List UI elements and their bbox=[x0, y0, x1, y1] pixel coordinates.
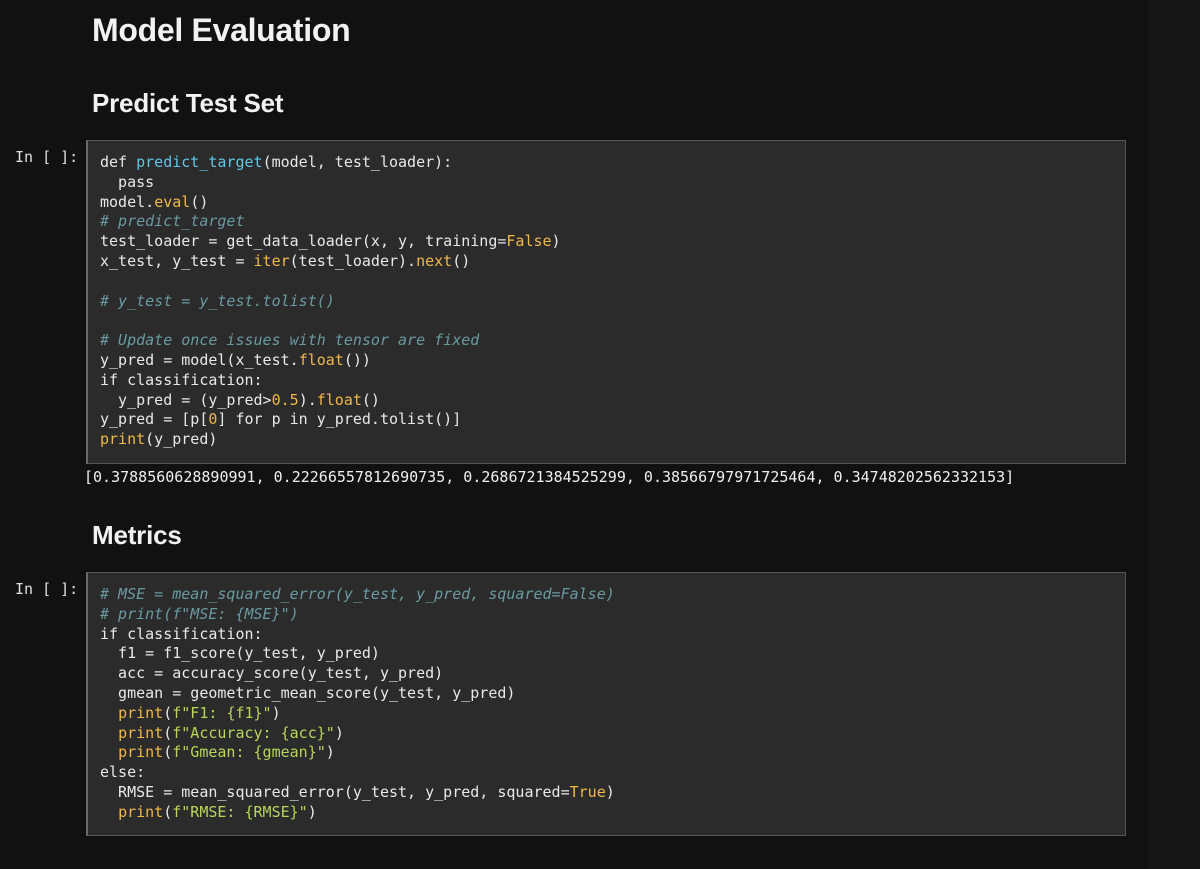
code-line: if classification: bbox=[100, 371, 1125, 391]
code-token: y_pred = [p[ bbox=[100, 410, 209, 429]
code-token: pass bbox=[100, 172, 155, 191]
code-line: RMSE = mean_squared_error(y_test, y_pred… bbox=[100, 783, 1125, 803]
code-line: else: bbox=[100, 763, 1125, 783]
code-token: # predict_target bbox=[100, 212, 245, 231]
code-token: print bbox=[118, 802, 164, 821]
code-line: # predict_target bbox=[100, 212, 1125, 232]
code-editor-metrics[interactable]: # MSE = mean_squared_error(y_test, y_pre… bbox=[88, 573, 1125, 823]
code-line: acc = accuracy_score(y_test, y_pred) bbox=[100, 664, 1125, 684]
code-token: True bbox=[569, 782, 606, 801]
code-token: # y_test = y_test.tolist() bbox=[100, 291, 335, 310]
code-token: ). bbox=[298, 390, 317, 409]
code-line: pass bbox=[100, 173, 1125, 193]
code-line: f1 = f1_score(y_test, y_pred) bbox=[100, 644, 1125, 664]
code-token: # Update once issues with tensor are fix… bbox=[100, 331, 480, 350]
code-token: ) bbox=[271, 703, 281, 722]
code-token: if classification: bbox=[100, 370, 263, 389]
code-token: gmean = geometric_mean_score(y_test, y_p… bbox=[100, 683, 516, 702]
code-token: x_test, y_test = bbox=[100, 251, 254, 270]
code-line: if classification: bbox=[100, 625, 1125, 645]
code-editor-predict[interactable]: def predict_target(model, test_loader): … bbox=[88, 141, 1125, 450]
code-token: () bbox=[361, 390, 380, 409]
code-token: f"F1: {f1}" bbox=[172, 703, 272, 722]
code-token: RMSE = mean_squared_error(y_test, y_pred… bbox=[100, 782, 570, 801]
code-token: next bbox=[416, 251, 453, 270]
code-cell-predict[interactable]: def predict_target(model, test_loader): … bbox=[86, 140, 1126, 464]
code-token: print bbox=[118, 723, 164, 742]
code-token: def bbox=[100, 153, 137, 171]
code-token: # MSE = mean_squared_error(y_test, y_pre… bbox=[100, 585, 615, 603]
code-line: def predict_target(model, test_loader): bbox=[100, 153, 1125, 173]
code-token: ) bbox=[325, 743, 335, 762]
code-token: print bbox=[118, 743, 164, 762]
code-token: if classification: bbox=[100, 624, 263, 643]
code-token: (y_pred) bbox=[145, 430, 218, 449]
code-token: () bbox=[452, 251, 471, 270]
code-line: print(f"Gmean: {gmean}") bbox=[100, 743, 1125, 763]
code-token: f"RMSE: {RMSE}" bbox=[172, 802, 308, 821]
code-line: # MSE = mean_squared_error(y_test, y_pre… bbox=[100, 585, 1125, 605]
code-token: float bbox=[298, 350, 344, 369]
code-line: y_pred = (y_pred>0.5).float() bbox=[100, 391, 1125, 411]
code-token: ) bbox=[334, 723, 344, 742]
code-token: print bbox=[118, 703, 164, 722]
code-token: float bbox=[316, 390, 362, 409]
code-token: ( bbox=[163, 703, 173, 722]
code-token: ) bbox=[307, 802, 317, 821]
code-token: ] for p in y_pred.tolist()] bbox=[217, 410, 462, 429]
code-token: f"Gmean: {gmean}" bbox=[172, 743, 326, 762]
code-token: y_pred = (y_pred> bbox=[100, 390, 272, 409]
code-line: x_test, y_test = iter(test_loader).next(… bbox=[100, 252, 1125, 272]
code-token: False bbox=[506, 232, 552, 251]
code-token: ) bbox=[605, 782, 615, 801]
code-token: f1 = f1_score(y_test, y_pred) bbox=[100, 644, 380, 663]
code-token: ( bbox=[163, 723, 173, 742]
code-token: # print(f"MSE: {MSE}") bbox=[100, 604, 299, 623]
code-token: ( bbox=[163, 802, 173, 821]
code-token: ) bbox=[551, 232, 561, 251]
code-token: (test_loader). bbox=[289, 251, 417, 270]
code-line: y_pred = model(x_test.float()) bbox=[100, 351, 1125, 371]
code-token: ()) bbox=[343, 350, 371, 369]
code-token: 0.5 bbox=[271, 390, 299, 409]
code-token: test_loader = get_data_loader(x, y, trai… bbox=[100, 232, 507, 251]
heading-predict-test-set: Predict Test Set bbox=[92, 88, 284, 118]
code-line: # y_test = y_test.tolist() bbox=[100, 292, 1125, 312]
code-token: acc = accuracy_score(y_test, y_pred) bbox=[100, 664, 444, 683]
code-token: y_pred = model(x_test. bbox=[100, 350, 299, 369]
code-token: f"Accuracy: {acc}" bbox=[172, 723, 335, 742]
code-line: print(f"F1: {f1}") bbox=[100, 704, 1125, 724]
code-line: # Update once issues with tensor are fix… bbox=[100, 331, 1125, 351]
heading-metrics: Metrics bbox=[92, 520, 182, 550]
cell-1-prompt: In [ ]: bbox=[15, 148, 79, 166]
code-token: eval bbox=[154, 192, 191, 211]
code-token: (model, test_loader): bbox=[262, 153, 453, 171]
code-token: ( bbox=[163, 743, 173, 762]
code-line: test_loader = get_data_loader(x, y, trai… bbox=[100, 232, 1125, 252]
code-line: gmean = geometric_mean_score(y_test, y_p… bbox=[100, 684, 1125, 704]
code-line: y_pred = [p[0] for p in y_pred.tolist()] bbox=[100, 410, 1125, 430]
code-line: print(f"Accuracy: {acc}") bbox=[100, 724, 1125, 744]
cell-1-output: [0.3788560628890991, 0.22266557812690735… bbox=[84, 468, 1015, 486]
code-token: else: bbox=[100, 763, 146, 782]
code-token: model. bbox=[100, 192, 155, 211]
code-token: predict_target bbox=[136, 153, 263, 171]
code-token: iter bbox=[253, 251, 290, 270]
code-token: () bbox=[190, 192, 209, 211]
cell-2-prompt: In [ ]: bbox=[15, 580, 79, 598]
code-cell-metrics[interactable]: # MSE = mean_squared_error(y_test, y_pre… bbox=[86, 572, 1126, 836]
code-line: # print(f"MSE: {MSE}") bbox=[100, 605, 1125, 625]
code-line: model.eval() bbox=[100, 193, 1125, 213]
scrollbar-track[interactable] bbox=[1148, 0, 1200, 869]
heading-model-evaluation: Model Evaluation bbox=[92, 12, 351, 48]
code-token: print bbox=[100, 430, 146, 449]
code-line: print(y_pred) bbox=[100, 430, 1125, 450]
code-line: print(f"RMSE: {RMSE}") bbox=[100, 803, 1125, 823]
